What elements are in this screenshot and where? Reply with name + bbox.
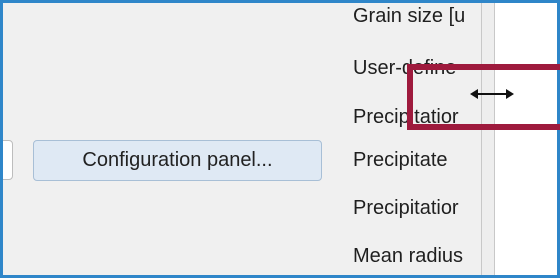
parameter-labels-column: Grain size [u User-define Precipitatior …: [345, 3, 481, 275]
user-defined-label: User-define: [353, 57, 457, 79]
grain-size-label: Grain size [u: [353, 5, 466, 27]
precipitation-label-2: Precipitatior: [353, 197, 459, 219]
mean-radius-label: Mean radius: [353, 245, 464, 267]
precipitate-label: Precipitate: [353, 149, 448, 171]
text-input[interactable]: [3, 140, 13, 180]
precipitation-label-1: Precipitatior: [353, 106, 459, 128]
configuration-panel-button[interactable]: Configuration panel...: [33, 140, 322, 181]
column-resize-divider[interactable]: [481, 3, 495, 275]
horizontal-resize-icon: [470, 89, 514, 99]
value-column: [495, 3, 557, 275]
left-panel: Configuration panel...: [3, 3, 343, 275]
window-frame: Configuration panel... Grain size [u Use…: [0, 0, 560, 278]
